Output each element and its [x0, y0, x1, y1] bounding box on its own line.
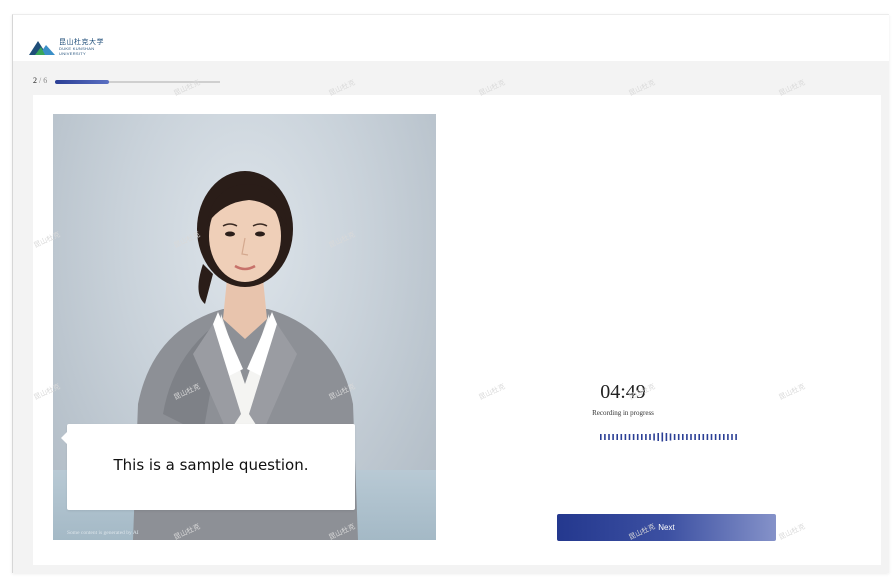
logo-text-chinese: 昆山杜克大学 — [59, 38, 104, 46]
logo-text-english: DUKE KUNSHAN UNIVERSITY — [59, 46, 119, 56]
university-logo: 昆山杜克大学 DUKE KUNSHAN UNIVERSITY — [29, 35, 119, 57]
waveform-bar — [710, 434, 713, 440]
waveform-bar — [735, 434, 737, 440]
waveform-bar — [694, 434, 696, 440]
waveform-bar — [604, 434, 606, 440]
waveform-bar — [645, 434, 647, 440]
interviewer-panel: This is a sample question. Some content … — [53, 114, 436, 540]
waveform-bar — [661, 432, 664, 442]
waveform-bar — [657, 433, 659, 441]
waveform-bar — [677, 434, 680, 440]
waveform-bar — [665, 433, 668, 441]
waveform-bar — [714, 434, 717, 440]
waveform-bar — [723, 434, 725, 440]
question-text: This is a sample question. — [113, 456, 309, 474]
question-progress: 2 / 6 — [33, 76, 333, 87]
waveform-bar — [632, 434, 635, 440]
recording-timer: 04:49 — [600, 381, 646, 403]
app-window: 昆山杜克大学 DUKE KUNSHAN UNIVERSITY 2 / 6 Thi… — [12, 14, 889, 573]
waveform-bar — [731, 434, 733, 440]
question-bubble: This is a sample question. — [61, 424, 355, 510]
logo-text-english-line2: UNIVERSITY — [59, 51, 87, 56]
waveform-bar — [706, 434, 709, 440]
waveform-bar — [608, 434, 610, 440]
waveform-bar — [636, 434, 639, 440]
waveform-bar — [673, 434, 676, 440]
step-current: 2 — [33, 76, 37, 85]
waveform-bar — [649, 434, 651, 440]
waveform-bar — [686, 434, 688, 440]
progress-track — [55, 80, 220, 84]
waveform-bar — [690, 434, 692, 440]
ai-generated-notice: Some content is generated by AI — [67, 530, 139, 536]
interview-card: This is a sample question. Some content … — [33, 95, 881, 565]
audio-waveform-icon — [600, 432, 737, 442]
header: 昆山杜克大学 DUKE KUNSHAN UNIVERSITY — [13, 15, 889, 61]
next-button[interactable]: Next — [557, 514, 776, 541]
waveform-bar — [718, 434, 721, 440]
recording-status: Recording in progress — [592, 409, 654, 417]
waveform-bar — [727, 434, 729, 440]
waveform-bar — [628, 434, 631, 440]
waveform-bar — [702, 434, 705, 440]
step-counter: 2 / 6 — [33, 76, 47, 85]
waveform-bar — [612, 434, 614, 440]
progress-fill — [55, 80, 110, 84]
waveform-bar — [669, 433, 672, 441]
waveform-bar — [698, 434, 700, 440]
waveform-bar — [653, 433, 655, 441]
waveform-bar — [600, 434, 602, 440]
step-total: / 6 — [39, 76, 48, 85]
waveform-bar — [620, 434, 623, 440]
waveform-bar — [641, 434, 643, 440]
waveform-bar — [616, 434, 618, 440]
waveform-bar — [682, 434, 684, 440]
logo-mountain-icon — [29, 41, 55, 55]
waveform-bar — [624, 434, 627, 440]
